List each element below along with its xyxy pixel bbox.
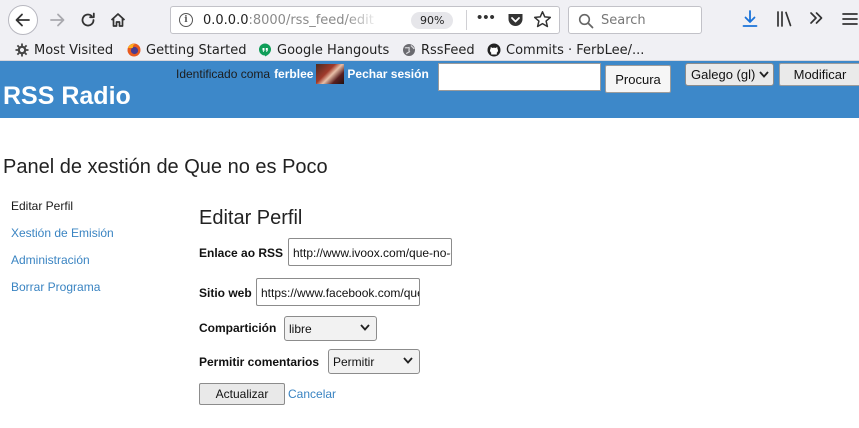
bookmark-google-hangouts[interactable]: Google Hangouts [258,41,389,59]
bookmarks-toolbar: Most Visited Getting Started Google Hang… [0,40,859,61]
url-bar[interactable]: i 0.0.0.0:8000/rss_feed/edit 90% ••• [170,6,560,34]
login-status: Identificado coma ferblee Pechar sesión [176,64,429,84]
rss-url-input[interactable]: http://www.ivoox.com/que-no-es-poco [288,238,452,266]
info-icon[interactable]: i [179,13,193,27]
reload-icon [81,12,95,27]
language-value: Galego (gl) [691,67,756,82]
browser-search-bar[interactable]: Search [568,6,702,34]
bookmark-label: RssFeed [421,42,475,58]
pocket-icon[interactable] [507,12,524,28]
website-label: Sitio web [199,286,252,300]
search-icon [578,13,594,29]
form-title: Editar Perfil [199,207,303,229]
back-button[interactable] [8,5,38,35]
site-search-input[interactable] [438,63,601,91]
sidebar-item-edit-profile[interactable]: Editar Perfil [11,199,73,213]
sharing-label: Compartición [199,321,277,335]
comments-select[interactable]: Permitir [328,349,420,374]
sidebar-item-broadcast-management[interactable]: Xestión de Emisión [11,226,114,240]
sharing-select[interactable]: libre [284,316,377,341]
github-icon [487,43,501,57]
url-host: 0.0.0.0 [203,13,249,28]
firefox-icon [127,43,141,57]
hangouts-icon [258,43,272,57]
home-button[interactable] [104,6,132,34]
library-icon[interactable] [776,11,794,27]
forward-button[interactable] [43,6,71,34]
arrow-right-icon [50,13,65,27]
sidebar-item-delete-program[interactable]: Borrar Programa [11,280,100,294]
home-icon [110,13,126,27]
page-actions-icon[interactable]: ••• [477,10,497,29]
bookmark-getting-started[interactable]: Getting Started [127,41,247,59]
site-title[interactable]: RSS Radio [3,82,131,111]
cancel-link[interactable]: Cancelar [288,387,336,401]
bookmark-label: Google Hangouts [277,42,390,58]
bookmark-rssfeed[interactable]: RssFeed [402,41,475,59]
page-title: Panel de xestión de Que no es Poco [3,156,328,178]
bookmark-commits[interactable]: Commits · FerbLee/... [487,41,644,59]
url-separator [466,10,467,30]
download-icon[interactable] [742,10,758,28]
language-select[interactable]: Galego (gl) [685,63,774,86]
website-input[interactable]: https://www.facebook.com/quenoespoco [256,278,420,306]
chevron-double-right-icon[interactable] [808,10,824,26]
comments-label: Permitir comentarios [199,355,320,369]
site-header: RSS Radio Identificado coma ferblee Pech… [0,61,859,118]
sharing-value: libre [289,322,312,336]
modify-language-button[interactable]: Modificar [779,63,859,86]
bookmark-most-visited[interactable]: Most Visited [15,41,113,59]
logout-link[interactable]: Pechar sesión [347,67,428,81]
reload-button[interactable] [74,6,102,34]
arrow-left-icon [15,13,30,27]
browser-toolbar: i 0.0.0.0:8000/rss_feed/edit 90% ••• Sea… [0,0,859,40]
update-button[interactable]: Actualizar [199,383,285,405]
search-placeholder: Search [601,13,646,28]
bookmark-label: Getting Started [146,42,247,58]
chevron-down-icon [360,324,370,331]
gear-icon [15,43,29,57]
globe-icon [402,43,416,57]
bookmark-label: Most Visited [34,42,114,58]
rss-label: Enlace ao RSS [199,246,284,260]
chevron-down-icon [759,71,769,78]
url-fade [346,9,380,31]
sidebar-item-administration[interactable]: Administración [11,253,90,267]
search-button[interactable]: Procura [605,65,671,93]
hamburger-menu-icon[interactable] [842,12,858,26]
avatar[interactable] [316,64,345,84]
star-icon[interactable] [533,10,552,29]
comments-value: Permitir [333,355,375,369]
zoom-badge[interactable]: 90% [411,12,454,29]
username-link[interactable]: ferblee [274,67,313,81]
chevron-down-icon [403,357,413,364]
login-prefix: Identificado coma [176,67,271,81]
bookmark-label: Commits · FerbLee/... [506,42,645,58]
